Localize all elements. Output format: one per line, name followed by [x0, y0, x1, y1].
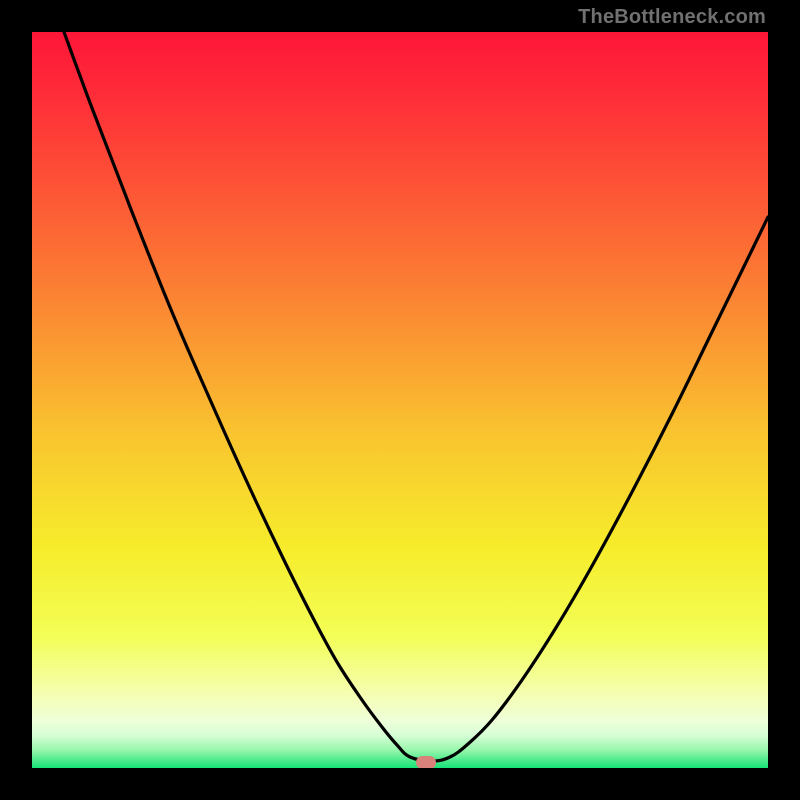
- bottleneck-curve: [32, 32, 768, 768]
- watermark-text: TheBottleneck.com: [578, 6, 766, 29]
- chart-frame: TheBottleneck.com: [0, 0, 800, 800]
- plot-area: [32, 32, 768, 768]
- optimal-point-marker: [416, 756, 436, 768]
